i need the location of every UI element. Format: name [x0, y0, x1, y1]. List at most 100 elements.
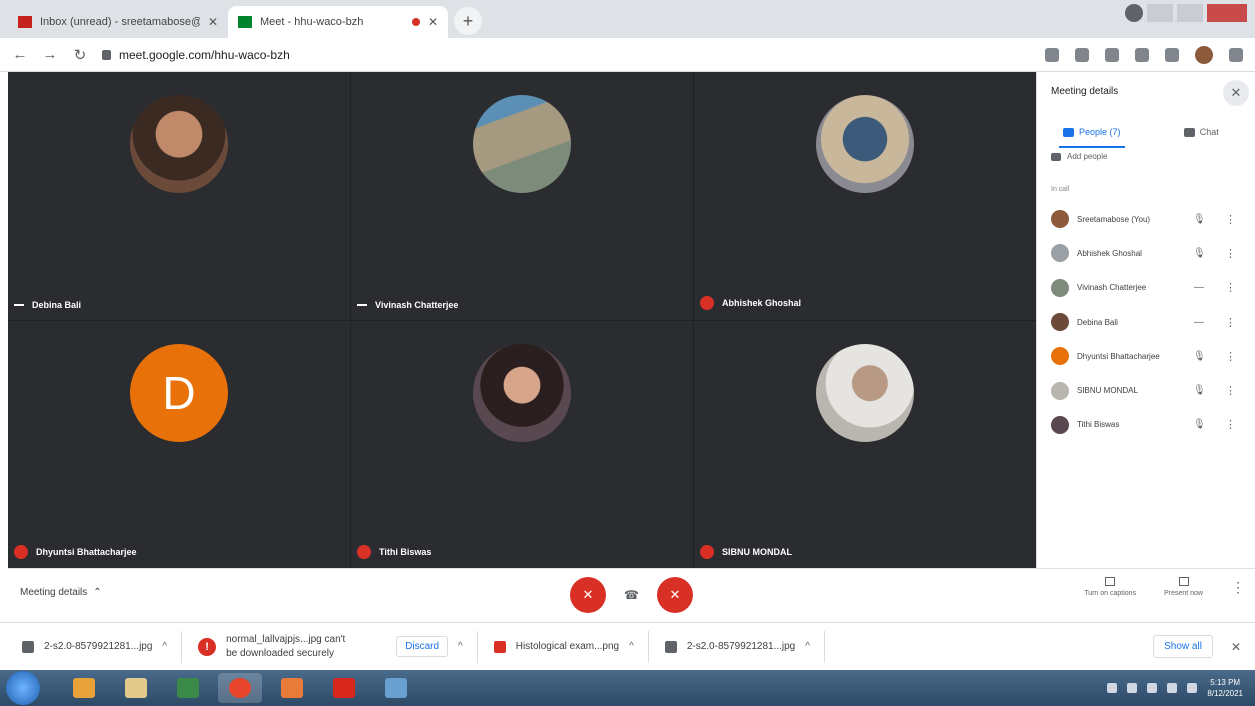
list-item[interactable]: Sreetamabose (You) 🎙 ⋮	[1037, 202, 1255, 236]
chevron-up-icon[interactable]: ^	[805, 641, 810, 652]
tab-chat[interactable]: Chat	[1147, 116, 1255, 148]
mic-off-button[interactable]: ✕	[570, 577, 606, 613]
download-warning-text: normal_lallvajpjs...jpg can't be downloa…	[226, 634, 386, 659]
mic-off-icon	[700, 545, 714, 559]
participant-name: Tithi Biswas	[379, 547, 432, 557]
more-options-icon[interactable]: ⋮	[1225, 384, 1236, 397]
download-item[interactable]: Histological exam...png ^	[493, 630, 649, 663]
speaking-icon	[357, 304, 367, 306]
taskbar-app[interactable]	[322, 673, 366, 703]
taskbar-app[interactable]	[374, 673, 418, 703]
back-icon[interactable]: ←	[12, 46, 28, 63]
mic-icon[interactable]: 🎙	[1193, 248, 1206, 259]
file-icon	[664, 640, 677, 653]
close-shelf-icon[interactable]: ✕	[1231, 640, 1241, 654]
video-tile[interactable]: Abhishek Ghoshal	[694, 72, 1036, 320]
download-name: 2-s2.0-8579921281...jpg	[44, 641, 153, 652]
chat-icon	[1183, 127, 1195, 137]
start-button[interactable]	[6, 671, 40, 705]
taskbar-app[interactable]	[270, 673, 314, 703]
video-tile[interactable]: Tithi Biswas	[351, 321, 693, 569]
speaking-icon[interactable]: —	[1193, 317, 1205, 328]
maximize-button[interactable]	[1177, 4, 1203, 22]
chevron-up-icon[interactable]: ^	[162, 641, 167, 652]
clock[interactable]: 5:13 PM 8/12/2021	[1207, 677, 1243, 699]
list-item[interactable]: Debina Bali — ⋮	[1037, 305, 1255, 339]
new-tab-button[interactable]: +	[454, 7, 482, 35]
show-all-button[interactable]: Show all	[1153, 635, 1213, 658]
chevron-up-icon[interactable]: ^	[629, 641, 634, 652]
more-options-icon[interactable]: ⋮	[1225, 418, 1236, 431]
list-item[interactable]: Tithi Biswas 🎙 ⋮	[1037, 408, 1255, 442]
tab-people[interactable]: People (7)	[1037, 116, 1147, 148]
video-tile[interactable]: Vivinash Chatterjee	[351, 72, 693, 320]
list-item[interactable]: SIBNU MONDAL 🎙 ⋮	[1037, 373, 1255, 407]
star-icon[interactable]	[1105, 47, 1119, 62]
tab-title: Inbox (unread) - sreetamabose@gmail...	[40, 16, 200, 28]
powerpoint-icon	[281, 678, 303, 698]
taskbar-app[interactable]	[62, 673, 106, 703]
panel-title: Meeting details	[1051, 86, 1119, 97]
download-item[interactable]: ! normal_lallvajpjs...jpg can't be downl…	[198, 630, 478, 663]
chevron-up-icon[interactable]: ^	[458, 641, 463, 652]
meeting-details-button[interactable]: Meeting details ⌃	[20, 587, 102, 598]
add-people-button[interactable]: Add people	[1051, 152, 1107, 161]
participant-avatar	[816, 344, 914, 442]
close-tab-icon[interactable]: ✕	[428, 15, 438, 29]
tab-meet[interactable]: Meet - hhu-waco-bzh ✕	[228, 6, 448, 38]
taskbar-app[interactable]	[218, 673, 262, 703]
download-item[interactable]: 2-s2.0-8579921281...jpg ^	[22, 630, 183, 663]
excel-icon	[177, 678, 199, 698]
hangup-button[interactable]: ☎	[624, 588, 639, 602]
tray-arrow-icon[interactable]	[1107, 683, 1118, 693]
volume-icon[interactable]	[1167, 683, 1178, 693]
more-options-icon[interactable]: ⋮	[1225, 350, 1236, 363]
more-options-button[interactable]: ⋮	[1231, 579, 1245, 596]
url-text: meet.google.com/hhu-waco-bzh	[119, 47, 290, 62]
zoom-icon[interactable]	[1075, 47, 1089, 62]
forward-icon[interactable]: →	[42, 46, 58, 63]
avatar	[1051, 381, 1069, 400]
more-options-icon[interactable]: ⋮	[1225, 316, 1236, 329]
profile-icon[interactable]	[1125, 4, 1143, 22]
flag-icon[interactable]	[1147, 683, 1158, 693]
more-options-icon[interactable]: ⋮	[1225, 213, 1236, 226]
speaking-icon[interactable]: —	[1193, 282, 1205, 293]
close-tab-icon[interactable]: ✕	[208, 15, 218, 29]
puzzle-icon[interactable]	[1165, 47, 1179, 62]
present-now-button[interactable]: Present now	[1164, 577, 1203, 597]
extension-icon[interactable]	[1135, 47, 1149, 62]
url-field[interactable]: meet.google.com/hhu-waco-bzh	[102, 42, 1031, 68]
right-controls: Turn on captions Present now ⋮	[1084, 577, 1245, 597]
account-avatar[interactable]	[1195, 45, 1213, 64]
list-item[interactable]: Dhyuntsi Bhattacharjee 🎙 ⋮	[1037, 339, 1255, 373]
taskbar-app[interactable]	[114, 673, 158, 703]
download-item[interactable]: 2-s2.0-8579921281...jpg ^	[664, 630, 825, 663]
camera-off-button[interactable]: ✕	[656, 577, 693, 613]
recording-dot-icon	[411, 18, 420, 26]
mic-icon[interactable]: 🎙	[1193, 385, 1206, 396]
video-tile[interactable]: D Dhyuntsi Bhattacharjee	[8, 321, 350, 569]
list-item[interactable]: Abhishek Ghoshal 🎙 ⋮	[1037, 236, 1255, 270]
mic-icon[interactable]: 🎙	[1193, 419, 1206, 430]
list-item[interactable]: Vivinash Chatterjee — ⋮	[1037, 271, 1255, 305]
captions-button[interactable]: Turn on captions	[1084, 577, 1136, 597]
panel-close-button[interactable]: ✕	[1223, 80, 1249, 106]
window-close-button[interactable]	[1207, 4, 1247, 22]
video-tile[interactable]: SIBNU MONDAL	[694, 321, 1036, 569]
minimize-button[interactable]	[1147, 4, 1173, 22]
tab-gmail[interactable]: Inbox (unread) - sreetamabose@gmail... ✕	[8, 6, 228, 38]
menu-icon[interactable]	[1229, 47, 1243, 62]
mic-icon[interactable]: 🎙	[1193, 351, 1206, 362]
mic-icon[interactable]: 🎙	[1193, 214, 1206, 225]
clock-date: 8/12/2021	[1207, 689, 1243, 698]
taskbar-app[interactable]	[166, 673, 210, 703]
discard-button[interactable]: Discard	[396, 636, 449, 657]
reload-icon[interactable]: ↻	[72, 46, 88, 64]
camera-icon[interactable]	[1045, 47, 1059, 62]
battery-icon[interactable]	[1187, 683, 1198, 693]
more-options-icon[interactable]: ⋮	[1225, 281, 1236, 294]
video-tile[interactable]: Debina Bali	[8, 72, 350, 320]
network-icon[interactable]	[1127, 683, 1138, 693]
more-options-icon[interactable]: ⋮	[1225, 247, 1236, 260]
